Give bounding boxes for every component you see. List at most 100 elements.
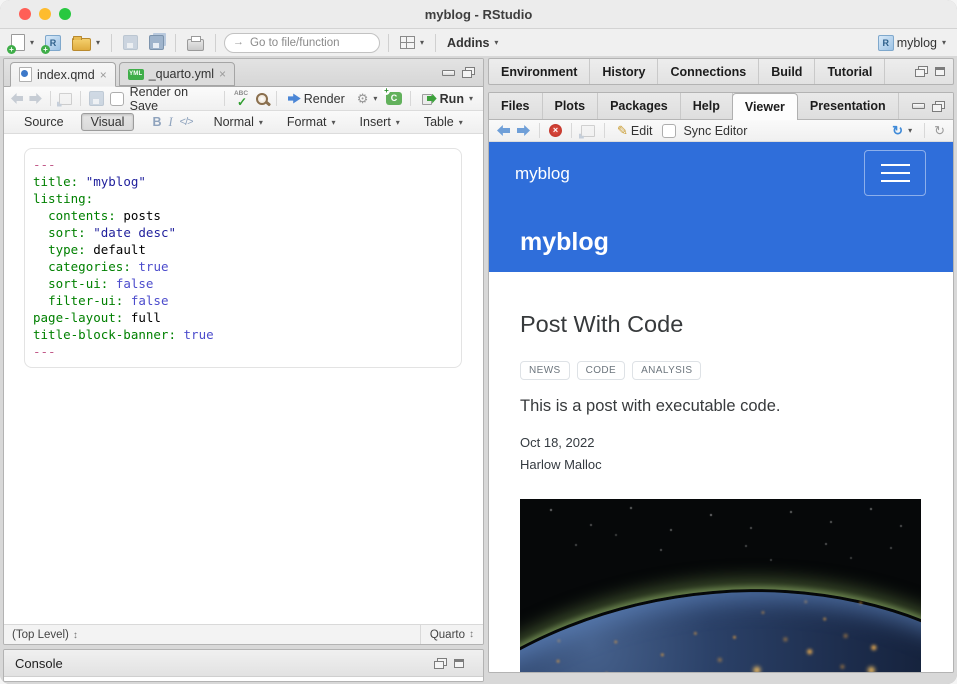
hamburger-bar [881,180,910,182]
save-icon[interactable] [89,91,103,106]
chevron-down-icon: ▾ [494,38,498,47]
hamburger-menu-button[interactable] [864,150,926,196]
tab-files[interactable]: Files [489,93,543,119]
editor-content[interactable]: ---title: "myblog"listing: contents: pos… [4,134,483,624]
insert-menu[interactable]: Insert ▾ [357,113,403,131]
run-icon [422,93,437,105]
tab-tutorial[interactable]: Tutorial [815,59,885,84]
tag-pill[interactable]: ANALYSIS [632,361,701,380]
back-icon[interactable] [11,93,23,104]
tab-viewer[interactable]: Viewer [732,93,798,120]
toolbar-separator [111,34,112,52]
separator [50,91,51,106]
maximize-pane-icon[interactable] [935,67,945,76]
scope-label: (Top Level) [12,629,69,641]
render-on-save-label: Render on Save [130,85,216,113]
close-icon[interactable] [100,68,107,82]
titlebar: myblog - RStudio [0,0,957,29]
render-on-save-checkbox[interactable] [110,92,124,106]
close-icon[interactable] [219,67,226,81]
sync-button[interactable]: ▾ [889,122,915,139]
new-file-button[interactable]: + ▾ [8,32,37,53]
chevron-down-icon: ▾ [459,118,463,127]
search-icon[interactable] [256,93,268,105]
tab-packages[interactable]: Packages [598,93,681,119]
viewer-content[interactable]: myblog myblog Post With Code NEWSCODEANA… [489,142,953,672]
forward-icon[interactable] [517,125,530,136]
render-icon [288,93,301,105]
maximize-pane-icon[interactable] [932,101,945,112]
mode-label: Quarto [430,629,465,641]
pane-layout-button[interactable]: ▾ [397,34,427,51]
spellcheck-icon[interactable] [233,90,250,107]
edit-button[interactable]: Edit [614,122,655,140]
open-new-window-icon[interactable] [581,125,595,137]
viewer-toolbar: Edit Sync Editor ▾ [489,120,953,142]
restore-pane-icon[interactable] [434,658,447,669]
editor-format-toolbar: Source Visual B I </> Normal ▾ Format ▾ [4,111,483,134]
render-button[interactable]: Render [285,90,348,108]
tab-presentation[interactable]: Presentation [798,93,899,119]
maximize-pane-icon[interactable] [462,67,475,78]
mode-selector[interactable]: Quarto [420,625,483,644]
minimize-pane-icon[interactable] [442,70,455,76]
code-line: sort-ui: false [33,275,453,292]
italic-button[interactable]: I [168,115,172,130]
rstudio-window: myblog - RStudio + ▾ R+ ▾ → [0,0,957,684]
forward-icon[interactable] [29,93,41,104]
console-body[interactable] [4,677,483,681]
insert-chunk-icon[interactable] [386,92,401,105]
tab-quarto-yml[interactable]: _quarto.yml [119,62,235,86]
addins-button[interactable]: Addins ▾ [444,34,501,52]
code-button[interactable]: </> [180,116,193,128]
restore-pane-icon[interactable] [915,66,928,77]
print-button[interactable] [184,33,207,53]
run-button[interactable]: Run ▾ [419,90,476,108]
source-mode-button[interactable]: Source [14,113,74,131]
tab-build[interactable]: Build [759,59,815,84]
new-project-button[interactable]: R+ [42,33,64,53]
toolbar-separator [388,34,389,52]
save-all-button[interactable] [146,33,167,52]
viewer-pane: Files Plots Packages Help Viewer Present… [488,92,954,673]
visual-mode-button[interactable]: Visual [81,113,135,131]
back-icon[interactable] [497,125,510,136]
separator [571,123,572,138]
save-button[interactable] [120,33,141,52]
tab-environment[interactable]: Environment [489,59,590,84]
table-menu[interactable]: Table ▾ [421,113,466,131]
project-menu-button[interactable]: R myblog ▾ [875,33,949,53]
sync-editor-checkbox[interactable] [662,124,676,138]
paragraph-style-dropdown[interactable]: Normal ▾ [211,113,266,131]
tab-index-qmd[interactable]: index.qmd [10,62,116,87]
tag-pill[interactable]: NEWS [520,361,570,380]
tab-history[interactable]: History [590,59,658,84]
chevron-down-icon: ▾ [373,94,377,103]
minimize-pane-icon[interactable] [912,103,925,109]
goto-file-search[interactable]: → [224,33,380,53]
yaml-code-block[interactable]: ---title: "myblog"listing: contents: pos… [24,148,462,368]
gear-icon [357,92,369,105]
console-header[interactable]: Console [4,650,483,677]
sync-icon [892,124,903,137]
hamburger-bar [881,172,910,174]
tab-help[interactable]: Help [681,93,733,119]
refresh-icon[interactable] [934,124,945,137]
post-hero-image [520,499,921,672]
goto-file-input[interactable] [248,36,371,50]
tab-plots[interactable]: Plots [543,93,599,119]
format-menu[interactable]: Format ▾ [284,113,339,131]
separator [224,91,225,106]
tab-connections[interactable]: Connections [658,59,759,84]
chevron-down-icon: ▾ [259,118,263,127]
render-settings-button[interactable]: ▾ [354,90,381,107]
open-file-button[interactable]: ▾ [69,33,103,53]
stop-icon[interactable] [549,124,562,137]
maximize-pane-icon[interactable] [454,659,464,668]
bold-button[interactable]: B [152,115,161,129]
tag-pill[interactable]: CODE [577,361,626,380]
open-new-window-icon[interactable] [59,93,72,105]
scope-selector[interactable]: (Top Level) [12,629,78,641]
main-toolbar: + ▾ R+ ▾ → ▾ Addi [0,29,957,57]
blog-post: Post With Code NEWSCODEANALYSIS This is … [489,311,953,672]
